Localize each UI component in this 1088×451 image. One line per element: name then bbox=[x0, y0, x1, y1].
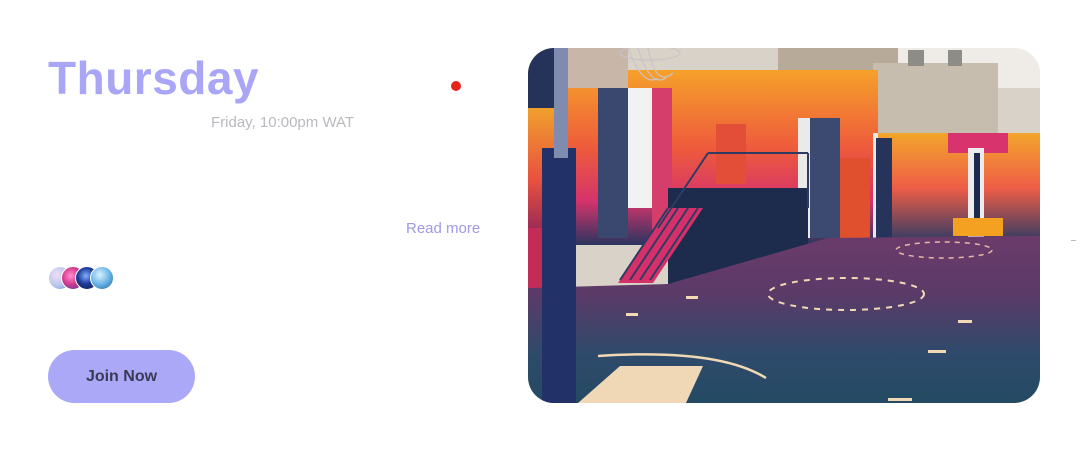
event-title: Thursday bbox=[48, 52, 260, 104]
join-now-button[interactable]: Join Now bbox=[48, 350, 195, 403]
live-indicator-dot bbox=[451, 81, 461, 91]
edge-marker bbox=[1071, 240, 1076, 241]
attendee-avatars bbox=[48, 266, 118, 290]
event-schedule: Friday, 10:00pm WAT bbox=[211, 114, 355, 131]
avatar bbox=[90, 266, 114, 290]
basketball-court-image bbox=[528, 48, 1040, 403]
read-more-link[interactable]: Read more bbox=[406, 220, 480, 237]
